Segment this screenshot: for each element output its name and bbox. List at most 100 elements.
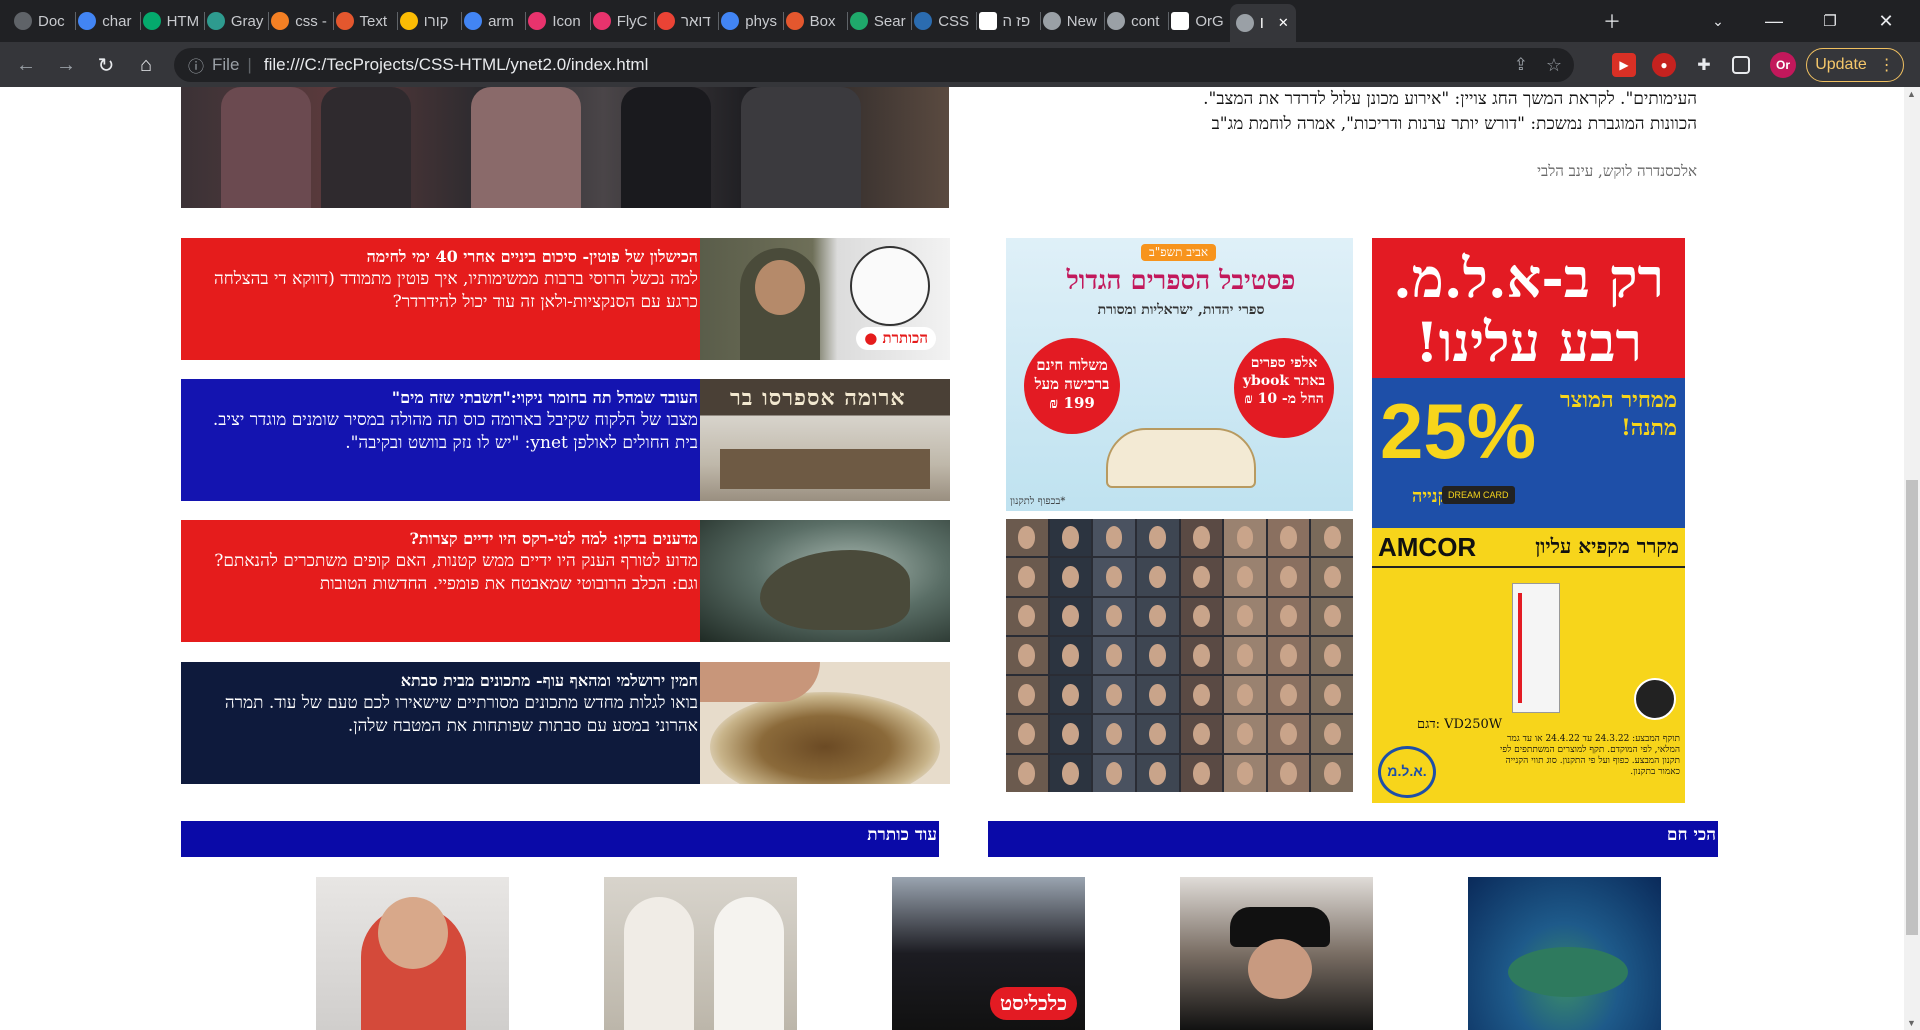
tab-separator <box>911 12 913 30</box>
extension-flame-icon[interactable]: ● <box>1652 53 1676 77</box>
section-header-hottest[interactable]: הכי חם <box>988 821 1718 857</box>
back-button[interactable]: ← <box>10 49 42 81</box>
browser-tab[interactable]: Box <box>785 6 846 36</box>
close-tab-icon[interactable]: ✕ <box>1278 15 1289 31</box>
forward-button[interactable]: → <box>50 49 82 81</box>
page-viewport: העימותים". לקראת המשך החג צויין: "אירוע … <box>0 87 1904 1030</box>
extension-red-icon[interactable]: ▶ <box>1612 53 1636 77</box>
participant-tile <box>1006 558 1048 596</box>
wiki-icon <box>978 12 997 30</box>
bottom-thumbnail[interactable] <box>1468 877 1661 1030</box>
google-icon <box>78 12 97 30</box>
browser-tab[interactable]: HTM <box>142 6 203 36</box>
update-button[interactable]: Update ⋮ <box>1806 48 1904 82</box>
person-figure <box>624 897 694 1030</box>
browser-tab[interactable]: arm <box>464 6 524 36</box>
bottom-thumbnail[interactable] <box>604 877 797 1030</box>
browser-tab[interactable]: Doc <box>14 6 74 36</box>
participant-tile <box>1049 715 1092 753</box>
scrollbar-thumb[interactable] <box>1906 480 1918 935</box>
maximize-button[interactable]: ❐ <box>1802 0 1858 42</box>
browser-tab[interactable]: cont <box>1107 6 1167 36</box>
browser-tab[interactable]: CSS <box>914 6 974 36</box>
browser-tab[interactable]: Gray <box>206 6 267 36</box>
info-icon[interactable]: ⓘ <box>188 53 204 77</box>
participant-tile <box>1093 519 1135 557</box>
browser-tab[interactable]: דואר <box>657 6 717 36</box>
new-tab-button[interactable]: ＋ <box>1584 0 1640 42</box>
participant-face <box>1236 565 1254 589</box>
browser-tab[interactable]: Sear <box>849 6 910 36</box>
bottom-thumbnail[interactable] <box>316 877 509 1030</box>
alam-ad[interactable]: רק ב-א.ל.מ. רבע עלינו! 25% ממחיר המוצר מ… <box>1372 238 1685 803</box>
browser-tab[interactable]: פז ה <box>978 6 1039 36</box>
tab-label: Sear <box>873 12 906 30</box>
participant-face <box>1105 526 1123 549</box>
calcalist-badge: כלכליסט <box>990 987 1077 1020</box>
mic-icon: ● <box>864 329 878 347</box>
news-card[interactable]: מדענים בדקו: למה לטי-רקס היו ידיים קצרות… <box>181 520 950 642</box>
scroll-down-arrow-icon[interactable]: ▼ <box>1907 1018 1916 1028</box>
url-text[interactable]: file:///C:/TecProjects/CSS-HTML/ynet2.0/… <box>264 55 649 75</box>
home-button[interactable]: ⌂ <box>130 49 162 81</box>
tab-label: I <box>1259 14 1264 32</box>
browser-tab[interactable]: FlyC <box>592 6 653 36</box>
participant-tile <box>1267 519 1310 557</box>
browser-tab[interactable]: css - <box>271 6 331 36</box>
participant-tile <box>1224 754 1266 792</box>
article-lead: העימותים". לקראת המשך החג צויין: "אירוע … <box>997 87 1697 137</box>
tab-label: css - <box>295 12 327 30</box>
browser-tab[interactable]: Text <box>335 6 396 36</box>
profile-avatar[interactable]: Or <box>1770 52 1796 78</box>
tab-active[interactable]: I ✕ <box>1229 4 1296 42</box>
bottom-thumbnail[interactable]: כלכליסט <box>892 877 1085 1030</box>
section-header-more-headlines[interactable]: עוד כותרת <box>181 821 939 857</box>
participant-tile <box>1267 754 1310 792</box>
participant-face <box>1192 526 1210 549</box>
browser-tab[interactable]: phys <box>721 6 781 36</box>
participant-face <box>1149 565 1166 589</box>
scroll-up-arrow-icon[interactable]: ▲ <box>1907 89 1916 99</box>
browser-tab[interactable]: OrG <box>1171 6 1231 36</box>
news-card[interactable]: חמין ירושלמי ומהאף עוף- מתכונים מבית סבת… <box>181 662 950 784</box>
participant-tile <box>1049 676 1092 714</box>
ad-right-circle: אלפי ספרים באתר ybook החל מ- 10 ₪ <box>1234 338 1334 438</box>
browser-tab[interactable]: קורו <box>399 6 460 36</box>
extensions-puzzle-icon[interactable]: ✚ <box>1692 53 1716 77</box>
side-panel-icon[interactable] <box>1732 56 1750 74</box>
news-card[interactable]: הכישלון של פוטין- סיכום ביניים אחרי 40 י… <box>181 238 950 360</box>
bottom-thumbnail[interactable] <box>1180 877 1373 1030</box>
video-call-grid-ad[interactable] <box>1006 519 1353 792</box>
browser-tab[interactable]: New <box>1042 6 1103 36</box>
update-label: Update <box>1815 56 1867 73</box>
book-festival-ad[interactable]: אביב תשפ"ב פסטיבל הספרים הגדול ספרי יהדו… <box>1006 238 1353 511</box>
ad-subtitle: ספרי יהדות, ישראליות ומסורת <box>1097 302 1265 318</box>
tab-separator <box>1104 12 1106 30</box>
card-text: העובד שמהל תה בחומר ניקוי:"חשבתי שזה מים… <box>181 379 700 501</box>
browser-tab[interactable]: Icon <box>528 6 588 36</box>
address-bar[interactable]: ⓘ File | file:///C:/TecProjects/CSS-HTML… <box>174 48 1574 82</box>
minimize-button[interactable]: — <box>1746 0 1802 42</box>
participant-face <box>1149 762 1166 785</box>
alam-logo: א.ל.מ. <box>1378 746 1436 798</box>
participant-tile <box>1224 676 1266 714</box>
face-figure <box>755 260 805 315</box>
close-window-button[interactable]: ✕ <box>1858 0 1914 42</box>
participant-face <box>1062 762 1079 785</box>
participant-tile <box>1311 715 1353 753</box>
news-card[interactable]: העובד שמהל תה בחומר ניקוי:"חשבתי שזה מים… <box>181 379 950 501</box>
gmail-icon <box>657 12 675 30</box>
participant-tile <box>1049 597 1092 635</box>
participant-face <box>1105 644 1123 667</box>
browser-tab[interactable]: char <box>78 6 138 36</box>
bookmark-star-icon[interactable]: ☆ <box>1546 55 1562 76</box>
url-divider: | <box>247 55 252 74</box>
reload-button[interactable]: ↻ <box>90 49 122 81</box>
participant-face <box>1105 683 1123 706</box>
card-title: חמין ירושלמי ומהאף עוף- מתכונים מבית סבת… <box>400 671 698 690</box>
share-icon[interactable]: ⇪ <box>1514 55 1528 75</box>
tab-search-chevron-icon[interactable]: ⌄ <box>1690 0 1746 42</box>
alam-model: VD250W :דגם <box>1417 717 1503 732</box>
hero-image[interactable] <box>181 87 949 208</box>
tab-separator <box>332 12 334 30</box>
